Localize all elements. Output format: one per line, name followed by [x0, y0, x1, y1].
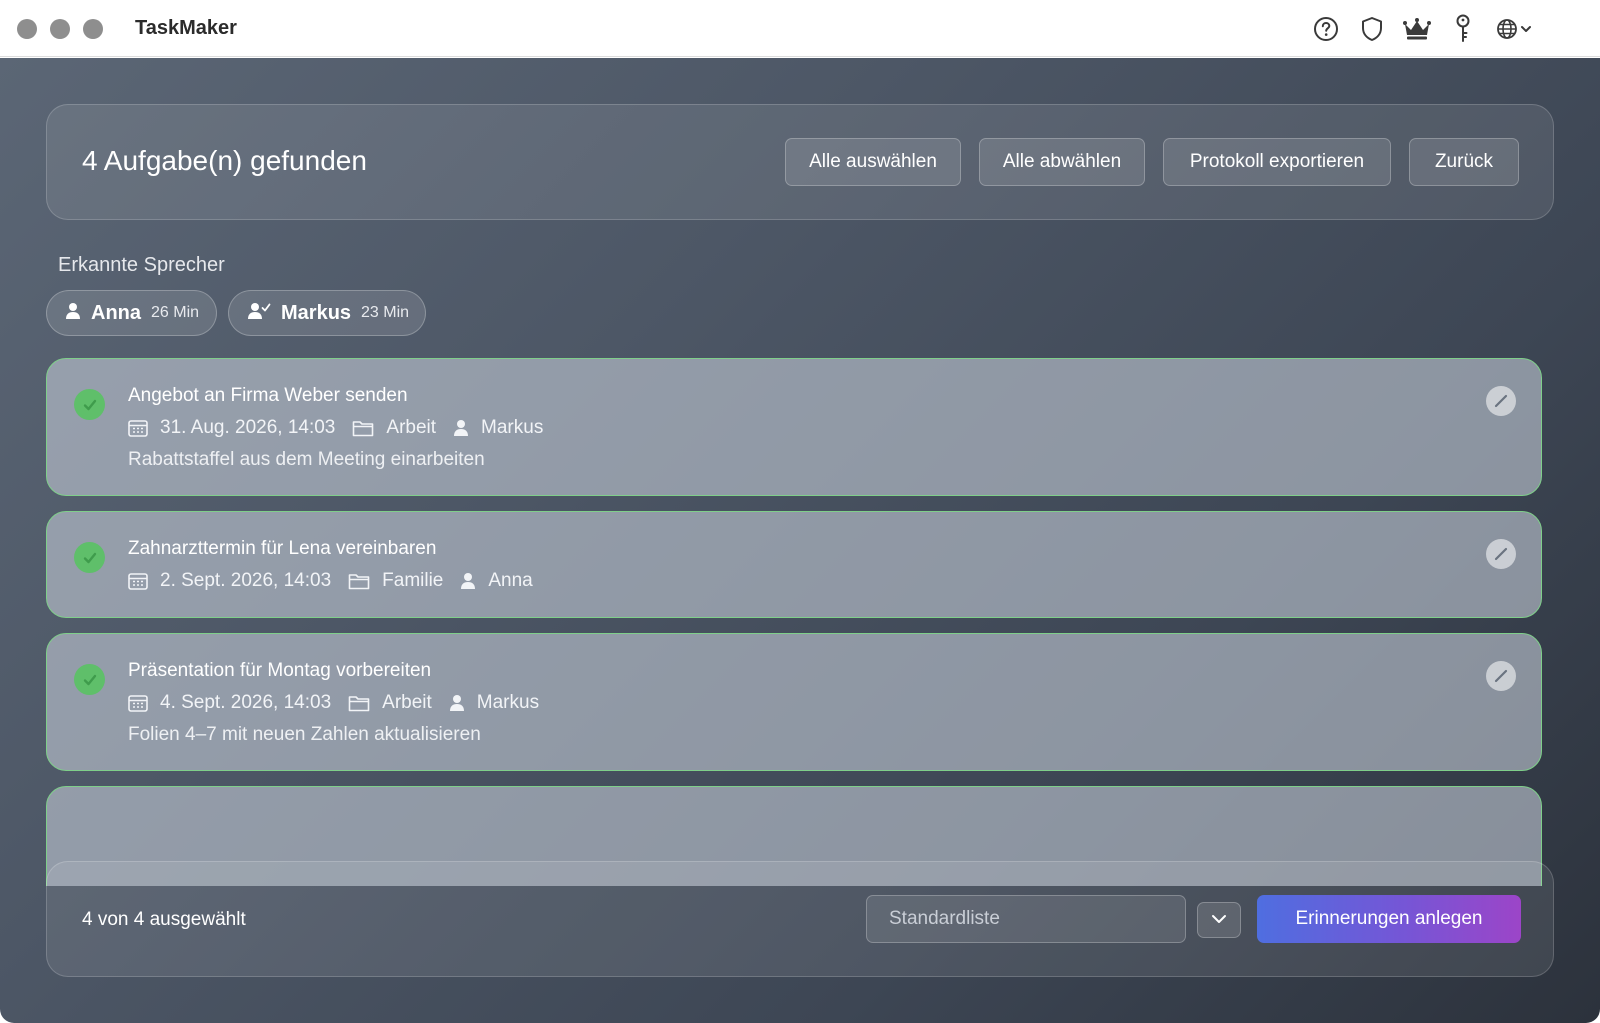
chevron-down-icon [1211, 911, 1227, 929]
task-note: Rabattstaffel aus dem Meeting einarbeite… [128, 449, 485, 470]
globe-icon [1496, 18, 1518, 40]
calendar-icon [128, 572, 148, 590]
task-date: 2. Sept. 2026, 14:03 [160, 570, 332, 591]
person-icon [65, 302, 81, 325]
main-content: 4 Aufgabe(n) gefunden Alle auswählen All… [0, 58, 1600, 1023]
deselect-all-button[interactable]: Alle abwählen [979, 138, 1145, 186]
person-icon [453, 419, 469, 437]
person-icon [449, 694, 465, 712]
speaker-name: Anna [91, 301, 141, 324]
task-card[interactable]: Präsentation für Montag vorbereiten 4. S… [46, 633, 1542, 771]
speaker-name: Markus [281, 301, 352, 324]
zoom-window-button[interactable] [83, 19, 103, 39]
speaker-duration: 26 Min [151, 304, 200, 321]
title-bar: TaskMaker [0, 0, 1600, 57]
task-title: Angebot an Firma Weber senden [128, 385, 408, 406]
speaker-duration: 23 Min [361, 304, 410, 321]
back-button[interactable]: Zurück [1409, 138, 1519, 186]
task-assignee: Markus [481, 417, 544, 438]
selected-check-icon[interactable] [74, 542, 105, 573]
task-card[interactable]: Angebot an Firma Weber senden 31. Aug. 2… [46, 358, 1542, 496]
speaker-chip-anna[interactable]: Anna 26 Min [46, 290, 217, 336]
task-list[interactable]: Angebot an Firma Weber senden 31. Aug. 2… [46, 358, 1542, 886]
task-card[interactable]: Zahnarzttermin für Lena vereinbaren 2. S… [46, 511, 1542, 618]
task-assignee: Markus [476, 692, 540, 713]
folder-icon [348, 572, 370, 590]
results-title: 4 Aufgabe(n) gefunden [82, 145, 367, 176]
task-meta: 31. Aug. 2026, 14:03 Arbeit Markus [128, 415, 560, 441]
task-title: Präsentation für Montag vorbereiten [128, 660, 432, 681]
help-circle-icon[interactable] [1311, 13, 1341, 45]
task-category: Arbeit [382, 692, 432, 713]
task-date: 4. Sept. 2026, 14:03 [160, 692, 332, 713]
task-assignee: Anna [488, 570, 533, 591]
task-note: Folien 4–7 mit neuen Zahlen aktualisiere… [128, 724, 481, 745]
create-reminders-button[interactable]: Erinnerungen anlegen [1257, 895, 1521, 943]
selection-count: 4 von 4 ausgewählt [82, 909, 246, 930]
task-category: Arbeit [386, 417, 437, 438]
app-title: TaskMaker [135, 17, 237, 39]
language-menu[interactable] [1494, 13, 1534, 45]
task-meta: 4. Sept. 2026, 14:03 Arbeit Markus [128, 690, 556, 716]
folder-icon [352, 419, 374, 437]
calendar-icon [128, 419, 148, 437]
selection-footer: 4 von 4 ausgewählt Erinnerungen anlegen [46, 861, 1554, 977]
edit-pencil-icon[interactable] [1486, 386, 1516, 416]
export-protocol-button[interactable]: Protokoll exportieren [1163, 138, 1391, 186]
task-date: 31. Aug. 2026, 14:03 [160, 417, 336, 438]
close-window-button[interactable] [17, 19, 37, 39]
task-category: Familie [382, 570, 444, 591]
speaker-chip-markus[interactable]: Markus 23 Min [228, 290, 426, 336]
edit-pencil-icon[interactable] [1486, 539, 1516, 569]
minimize-window-button[interactable] [50, 19, 70, 39]
app-window: TaskMaker 4 Aufgabe(n) gefunden Alle aus… [0, 0, 1600, 1023]
select-all-button[interactable]: Alle auswählen [785, 138, 961, 186]
folder-icon [348, 694, 370, 712]
edit-pencil-icon[interactable] [1486, 661, 1516, 691]
key-icon[interactable] [1450, 13, 1476, 45]
selected-check-icon[interactable] [74, 389, 105, 420]
shield-icon[interactable] [1357, 13, 1387, 45]
chevron-down-icon [1520, 24, 1532, 34]
person-icon [460, 572, 476, 590]
list-dropdown-button[interactable] [1197, 902, 1241, 938]
task-meta: 2. Sept. 2026, 14:03 Familie Anna [128, 568, 550, 594]
selected-check-icon[interactable] [74, 664, 105, 695]
person-check-icon [247, 302, 271, 325]
speakers-label: Erkannte Sprecher [58, 254, 225, 276]
target-list-input[interactable] [866, 895, 1186, 943]
crown-icon[interactable] [1400, 13, 1434, 45]
calendar-icon [128, 694, 148, 712]
task-title: Zahnarzttermin für Lena vereinbaren [128, 538, 437, 559]
results-header: 4 Aufgabe(n) gefunden Alle auswählen All… [46, 104, 1554, 220]
